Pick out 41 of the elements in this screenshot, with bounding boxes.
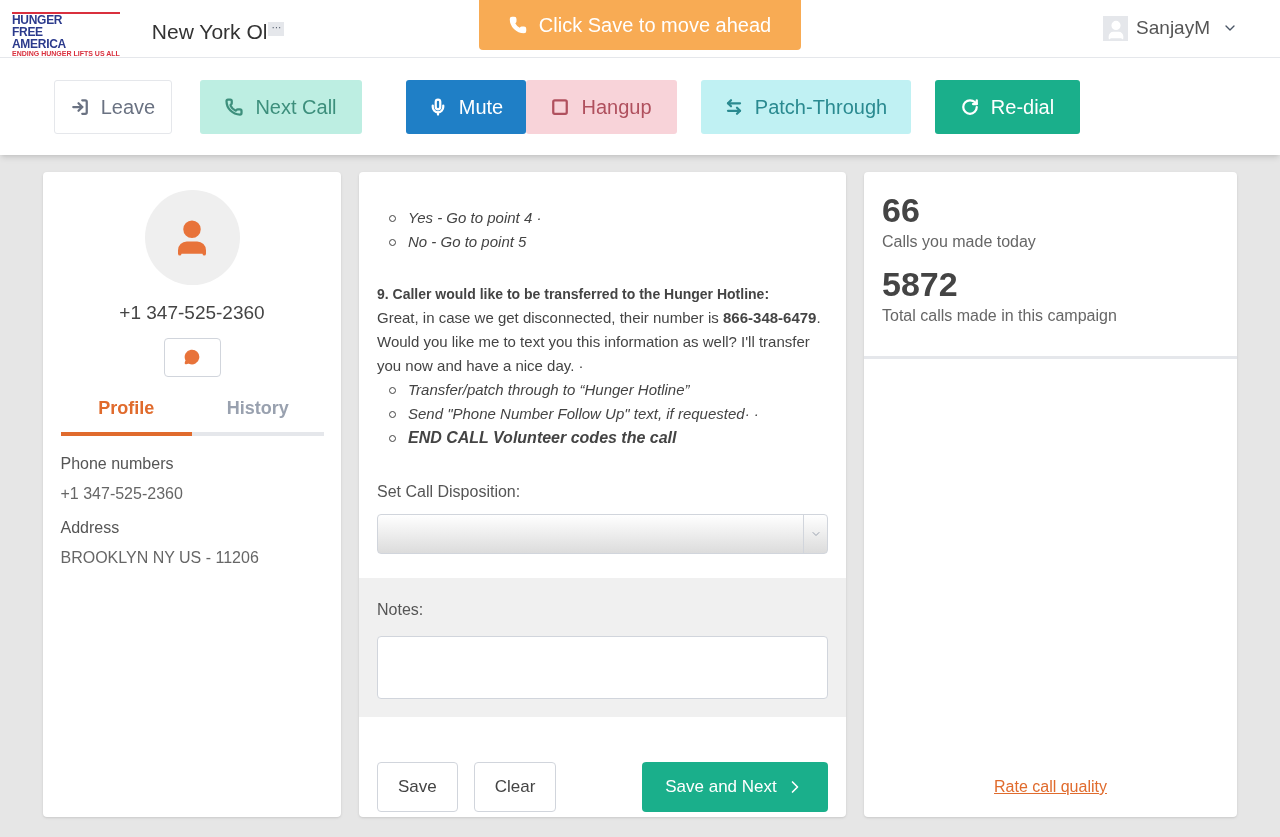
field-value: BROOKLYN NY US - 11206 [60,547,260,568]
profile-tab[interactable]: Profile [60,394,192,436]
swap-arrows-icon [724,97,743,116]
redial-icon [960,97,979,116]
phone-icon [508,16,527,34]
campaign-title: New York Ol [151,19,268,45]
script-option: Transfer/patch through to “Hunger Hotline” [408,378,690,402]
phone-icon [225,97,244,116]
field-label: Address [60,517,121,538]
contact-phone: +1 347-525-2360 [119,301,265,325]
login-arrow-icon [70,97,89,116]
stat-label: Total calls made in this campaign [882,306,1118,326]
profile-tab[interactable]: History [192,394,324,436]
form-button[interactable]: Save [377,762,458,812]
notes-field[interactable] [377,636,828,699]
notes-label: Notes: [377,600,425,620]
step-title: 9. Caller would like to be transferred to the Hunger Hotline: [377,285,771,304]
stat-value: 66 [882,190,921,230]
step-text: Great, in case we get disconnected, their number is 866-348-6479. Would you like me to text you this information as well? I'll transfer you now and have a nice day. · [377,308,822,376]
script-option: END CALL Volunteer codes the call [408,426,677,450]
user-avatar-icon [1103,15,1129,41]
square-icon [551,97,570,116]
mute-button[interactable]: Mute [406,79,526,134]
more-button[interactable]: ··· [268,22,285,36]
disposition-label: Set Call Disposition: [377,482,522,502]
form-button[interactable]: Clear [473,762,557,812]
save-and-next-button[interactable]: Save and Next [642,762,828,812]
stat-label: Calls you made today [882,232,1037,252]
user-menu[interactable]: SanjayM [1103,14,1238,43]
rate-call-link[interactable]: Rate call quality [994,775,1107,799]
field-label: Phone numbers [60,453,175,474]
save-banner: Click Save to move ahead [479,0,801,50]
redial-button[interactable]: Re-dial [935,79,1080,134]
script-option: Yes - Go to point 4 · [408,206,542,230]
speech-bubble-icon [184,349,200,365]
disposition-select[interactable] [377,514,828,554]
script-option: Send "Phone Number Follow Up" text, if requested· · [408,402,759,426]
field-value: +1 347-525-2360 [60,483,184,504]
script-option: No - Go to point 5 [408,230,527,254]
message-button[interactable] [163,337,221,377]
stat-value: 5872 [882,264,959,304]
